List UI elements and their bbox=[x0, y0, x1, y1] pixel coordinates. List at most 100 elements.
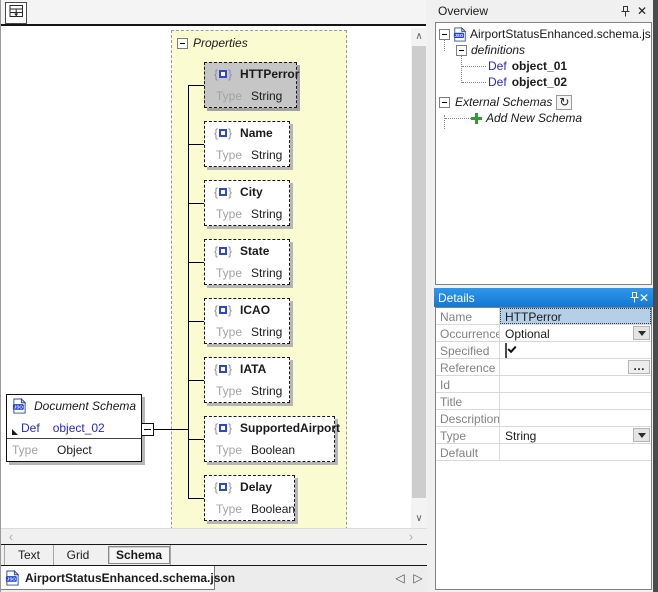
detail-value-occurrence[interactable]: Optional bbox=[500, 325, 651, 341]
collapse-icon[interactable] bbox=[456, 45, 467, 56]
tree-add-new-schema-row[interactable]: Add New Schema bbox=[436, 110, 651, 126]
detail-row-default: Default bbox=[436, 444, 651, 461]
tab-scroll-right-icon[interactable]: ▷ bbox=[411, 571, 425, 585]
connector-stub bbox=[188, 85, 204, 86]
property-box-state[interactable]: State TypeString bbox=[204, 239, 290, 285]
scroll-up-icon[interactable]: ∧ bbox=[411, 29, 427, 45]
property-name: HTTPerror bbox=[240, 67, 299, 81]
tree-line bbox=[444, 115, 445, 129]
tree-def-object02-row[interactable]: Def object_02 bbox=[436, 74, 651, 90]
def-label: Def bbox=[21, 421, 40, 435]
type-label: Type bbox=[216, 207, 251, 221]
scroll-down-icon[interactable]: ∨ bbox=[411, 511, 427, 527]
def-value: object_02 bbox=[53, 421, 105, 435]
window-edge bbox=[653, 0, 658, 592]
dropdown-arrow-icon[interactable] bbox=[633, 326, 650, 340]
type-label: Type bbox=[216, 502, 251, 516]
document-schema-box[interactable]: JSO Document Schema Def object_02 Type O… bbox=[6, 394, 142, 462]
document-schema-title: Document Schema bbox=[34, 399, 136, 413]
connector-stub bbox=[188, 498, 204, 499]
tree-definitions-row[interactable]: definitions bbox=[436, 42, 651, 58]
tree-def-object01-row[interactable]: Def object_01 bbox=[436, 58, 651, 74]
specified-checkbox[interactable] bbox=[505, 343, 507, 358]
property-type: Boolean bbox=[251, 502, 295, 516]
collapse-icon[interactable] bbox=[439, 29, 450, 40]
collapse-icon[interactable] bbox=[439, 97, 450, 108]
property-box-city[interactable]: City TypeString bbox=[204, 180, 290, 226]
property-box-httperror[interactable]: HTTPerror TypeString bbox=[204, 62, 297, 108]
detail-value-text: Optional bbox=[505, 327, 550, 341]
tab-grid[interactable]: Grid bbox=[53, 545, 102, 565]
tab-schema-label: Schema bbox=[116, 548, 162, 562]
close-icon[interactable]: ✕ bbox=[639, 291, 649, 305]
property-box-iata[interactable]: IATA TypeString bbox=[204, 357, 290, 403]
overview-tree: JSO AirportStatusEnhanced.schema.json de… bbox=[435, 22, 652, 285]
detail-value-id[interactable] bbox=[500, 376, 651, 392]
side-panels: Overview ✕ JSO AirportStatusEnhanced.sch… bbox=[434, 0, 653, 592]
detail-value-reference[interactable]: … bbox=[500, 359, 651, 375]
def-name: object_02 bbox=[512, 75, 567, 89]
add-icon[interactable] bbox=[471, 113, 482, 124]
detail-value-text: String bbox=[505, 429, 536, 443]
property-box-supportedairport[interactable]: SupportedAirport TypeBoolean bbox=[204, 416, 335, 462]
overview-title: Overview bbox=[438, 4, 621, 18]
detail-row-reference: Reference … bbox=[436, 359, 651, 376]
property-type: String bbox=[251, 207, 282, 221]
schema-diagram-canvas[interactable]: Properties HTTPerror TypeString Name Typ… bbox=[1, 28, 411, 528]
tree-line bbox=[462, 66, 486, 67]
connector-stub bbox=[188, 439, 204, 440]
pin-icon[interactable] bbox=[621, 6, 635, 17]
collapse-children-icon[interactable] bbox=[141, 423, 154, 436]
svg-text:JSO: JSO bbox=[7, 576, 17, 581]
detail-value-type[interactable]: String bbox=[500, 427, 651, 443]
details-title: Details bbox=[438, 291, 630, 305]
scroll-right-icon[interactable]: › bbox=[403, 529, 419, 545]
dropdown-arrow-icon[interactable] bbox=[633, 428, 650, 442]
svg-text:JSO: JSO bbox=[14, 405, 24, 410]
vertical-scroll-thumb[interactable] bbox=[412, 46, 426, 498]
detail-label: Specified bbox=[436, 342, 500, 358]
reload-schemas-icon[interactable]: ↻ bbox=[556, 95, 572, 110]
tab-schema[interactable]: Schema bbox=[108, 546, 170, 564]
vertical-scrollbar[interactable]: ∧ ∨ bbox=[411, 28, 427, 528]
detail-row-id: Id bbox=[436, 376, 651, 393]
detail-label: Id bbox=[436, 376, 500, 392]
horizontal-scrollbar[interactable]: ‹ › bbox=[1, 528, 427, 544]
detail-row-specified: Specified bbox=[436, 342, 651, 359]
property-name: IATA bbox=[240, 362, 266, 376]
json-property-icon bbox=[214, 421, 232, 435]
tree-line bbox=[462, 82, 486, 83]
tree-line bbox=[445, 118, 471, 119]
property-box-icao[interactable]: ICAO TypeString bbox=[204, 298, 290, 344]
property-type: String bbox=[251, 325, 282, 339]
type-label: Type bbox=[12, 443, 38, 457]
close-icon[interactable]: ✕ bbox=[635, 4, 649, 18]
detail-value-title[interactable] bbox=[500, 393, 651, 409]
tree-root-label: AirportStatusEnhanced.schema.json bbox=[470, 27, 652, 41]
pin-icon[interactable] bbox=[630, 292, 639, 303]
detail-value-name[interactable]: HTTPerror bbox=[500, 308, 651, 324]
browse-ellipsis-button[interactable]: … bbox=[628, 360, 650, 374]
json-file-icon: JSO bbox=[453, 27, 467, 42]
detail-row-name: Name HTTPerror bbox=[436, 308, 651, 325]
tree-external-schemas-row[interactable]: External Schemas ↻ bbox=[436, 94, 651, 110]
tab-text[interactable]: Text bbox=[4, 545, 53, 565]
display-settings-button[interactable] bbox=[5, 2, 27, 24]
detail-value-default[interactable] bbox=[500, 444, 651, 460]
property-box-name[interactable]: Name TypeString bbox=[204, 121, 290, 167]
collapse-properties-icon[interactable] bbox=[177, 38, 188, 49]
connector-stub bbox=[188, 262, 204, 263]
scroll-left-icon[interactable]: ‹ bbox=[3, 529, 19, 545]
tab-scroll-left-icon[interactable]: ◁ bbox=[393, 571, 407, 585]
detail-row-title: Title bbox=[436, 393, 651, 410]
json-property-icon bbox=[214, 303, 232, 317]
property-box-delay[interactable]: Delay TypeBoolean bbox=[204, 475, 295, 521]
type-label: Type bbox=[216, 325, 251, 339]
tree-root-row[interactable]: JSO AirportStatusEnhanced.schema.json bbox=[436, 26, 651, 42]
detail-label: Reference bbox=[436, 359, 500, 375]
definition-arrow-icon bbox=[12, 429, 18, 435]
file-tab-active[interactable]: JSO AirportStatusEnhanced.schema.json bbox=[1, 566, 215, 590]
detail-value-description[interactable] bbox=[500, 410, 651, 426]
type-label: Type bbox=[216, 443, 251, 457]
detail-label: Default bbox=[436, 444, 500, 460]
